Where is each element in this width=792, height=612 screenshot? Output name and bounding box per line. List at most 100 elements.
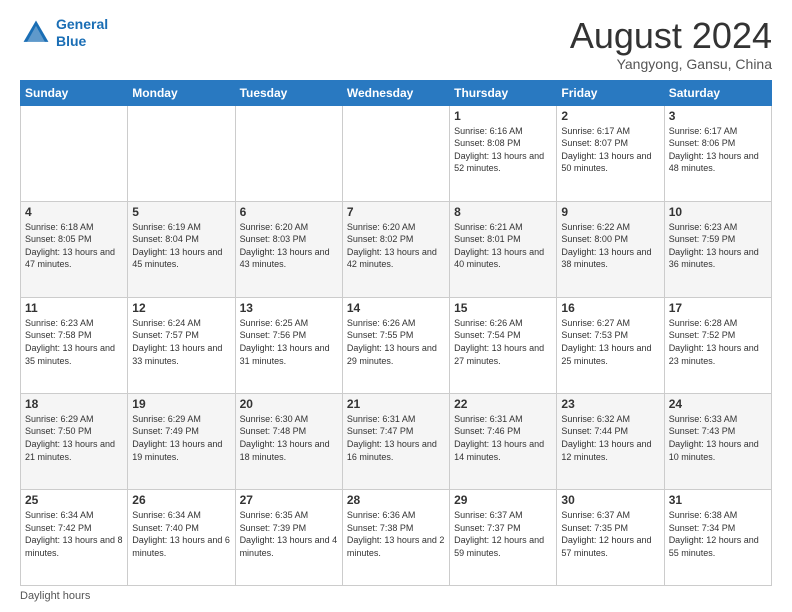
calendar-header-saturday: Saturday (664, 80, 771, 105)
day-info: Sunrise: 6:31 AMSunset: 7:46 PMDaylight:… (454, 413, 552, 463)
day-info: Sunrise: 6:38 AMSunset: 7:34 PMDaylight:… (669, 509, 767, 559)
day-info: Sunrise: 6:23 AMSunset: 7:59 PMDaylight:… (669, 221, 767, 271)
calendar-cell: 5Sunrise: 6:19 AMSunset: 8:04 PMDaylight… (128, 201, 235, 297)
day-info: Sunrise: 6:17 AMSunset: 8:07 PMDaylight:… (561, 125, 659, 175)
logo-icon (20, 17, 52, 49)
day-number: 16 (561, 301, 659, 315)
calendar-cell: 3Sunrise: 6:17 AMSunset: 8:06 PMDaylight… (664, 105, 771, 201)
calendar-cell: 27Sunrise: 6:35 AMSunset: 7:39 PMDayligh… (235, 489, 342, 585)
day-info: Sunrise: 6:24 AMSunset: 7:57 PMDaylight:… (132, 317, 230, 367)
day-number: 24 (669, 397, 767, 411)
day-number: 10 (669, 205, 767, 219)
calendar-cell: 9 Sunrise: 6:22 AMSunset: 8:00 PMDaylight… (557, 201, 664, 297)
calendar-header-wednesday: Wednesday (342, 80, 449, 105)
calendar-cell (342, 105, 449, 201)
calendar-cell: 2 Sunrise: 6:17 AMSunset: 8:07 PMDaylight… (557, 105, 664, 201)
day-number: 14 (347, 301, 445, 315)
calendar-cell (21, 105, 128, 201)
logo-text: General Blue (56, 16, 108, 50)
day-number: 1 (454, 109, 552, 123)
day-info: Sunrise: 6:26 AMSunset: 7:54 PMDaylight:… (454, 317, 552, 367)
day-info: Sunrise: 6:17 AMSunset: 8:06 PMDaylight:… (669, 125, 767, 175)
day-number: 23 (561, 397, 659, 411)
footer-note: Daylight hours (20, 590, 772, 602)
day-number: 7 (347, 205, 445, 219)
day-number: 9 (561, 205, 659, 219)
day-number: 12 (132, 301, 230, 315)
calendar-cell: 15 Sunrise: 6:26 AMSunset: 7:54 PMDayligh… (450, 297, 557, 393)
day-info: Sunrise: 6:20 AMSunset: 8:02 PMDaylight:… (347, 221, 445, 271)
day-info: Sunrise: 6:18 AMSunset: 8:05 PMDaylight:… (25, 221, 123, 271)
calendar-cell: 8 Sunrise: 6:21 AMSunset: 8:01 PMDaylight… (450, 201, 557, 297)
calendar-cell: 4 Sunrise: 6:18 AMSunset: 8:05 PMDaylight… (21, 201, 128, 297)
day-info: Sunrise: 6:31 AMSunset: 7:47 PMDaylight:… (347, 413, 445, 463)
calendar-cell: 19Sunrise: 6:29 AMSunset: 7:49 PMDayligh… (128, 393, 235, 489)
calendar-cell: 31 Sunrise: 6:38 AMSunset: 7:34 PMDayligh… (664, 489, 771, 585)
day-info: Sunrise: 6:19 AMSunset: 8:04 PMDaylight:… (132, 221, 230, 271)
calendar-cell (128, 105, 235, 201)
day-number: 29 (454, 493, 552, 507)
page: General Blue August 2024 Yangyong, Gansu… (0, 0, 792, 612)
calendar-cell: 13Sunrise: 6:25 AMSunset: 7:56 PMDayligh… (235, 297, 342, 393)
calendar-header-tuesday: Tuesday (235, 80, 342, 105)
title-block: August 2024 Yangyong, Gansu, China (570, 16, 772, 72)
calendar-cell: 25 Sunrise: 6:34 AMSunset: 7:42 PMDayligh… (21, 489, 128, 585)
calendar-cell: 29 Sunrise: 6:37 AMSunset: 7:37 PMDayligh… (450, 489, 557, 585)
location: Yangyong, Gansu, China (570, 56, 772, 72)
day-info: Sunrise: 6:29 AMSunset: 7:50 PMDaylight:… (25, 413, 123, 463)
day-number: 2 (561, 109, 659, 123)
day-info: Sunrise: 6:27 AMSunset: 7:53 PMDaylight:… (561, 317, 659, 367)
day-number: 22 (454, 397, 552, 411)
calendar-cell: 21 Sunrise: 6:31 AMSunset: 7:47 PMDayligh… (342, 393, 449, 489)
day-number: 6 (240, 205, 338, 219)
day-info: Sunrise: 6:23 AMSunset: 7:58 PMDaylight:… (25, 317, 123, 367)
day-number: 4 (25, 205, 123, 219)
calendar-header-friday: Friday (557, 80, 664, 105)
day-number: 8 (454, 205, 552, 219)
day-info: Sunrise: 6:34 AMSunset: 7:42 PMDaylight:… (25, 509, 123, 559)
calendar-cell: 7 Sunrise: 6:20 AMSunset: 8:02 PMDaylight… (342, 201, 449, 297)
day-number: 21 (347, 397, 445, 411)
day-number: 27 (240, 493, 338, 507)
day-info: Sunrise: 6:34 AMSunset: 7:40 PMDaylight:… (132, 509, 230, 559)
day-info: Sunrise: 6:37 AMSunset: 7:35 PMDaylight:… (561, 509, 659, 559)
month-title: August 2024 (570, 16, 772, 56)
day-number: 31 (669, 493, 767, 507)
day-info: Sunrise: 6:33 AMSunset: 7:43 PMDaylight:… (669, 413, 767, 463)
calendar-cell: 23Sunrise: 6:32 AMSunset: 7:44 PMDayligh… (557, 393, 664, 489)
day-info: Sunrise: 6:21 AMSunset: 8:01 PMDaylight:… (454, 221, 552, 271)
day-info: Sunrise: 6:26 AMSunset: 7:55 PMDaylight:… (347, 317, 445, 367)
day-info: Sunrise: 6:37 AMSunset: 7:37 PMDaylight:… (454, 509, 552, 559)
day-info: Sunrise: 6:36 AMSunset: 7:38 PMDaylight:… (347, 509, 445, 559)
day-number: 18 (25, 397, 123, 411)
logo: General Blue (20, 16, 108, 50)
calendar-header-row: SundayMondayTuesdayWednesdayThursdayFrid… (21, 80, 772, 105)
daylight-label: Daylight hours (20, 590, 90, 602)
calendar-cell: 22 Sunrise: 6:31 AMSunset: 7:46 PMDayligh… (450, 393, 557, 489)
calendar-week-row: 18 Sunrise: 6:29 AMSunset: 7:50 PMDayligh… (21, 393, 772, 489)
calendar-cell: 17 Sunrise: 6:28 AMSunset: 7:52 PMDayligh… (664, 297, 771, 393)
day-number: 28 (347, 493, 445, 507)
day-number: 11 (25, 301, 123, 315)
day-number: 26 (132, 493, 230, 507)
day-number: 19 (132, 397, 230, 411)
calendar-cell: 6Sunrise: 6:20 AMSunset: 8:03 PMDaylight… (235, 201, 342, 297)
day-number: 25 (25, 493, 123, 507)
calendar-cell: 26 Sunrise: 6:34 AMSunset: 7:40 PMDayligh… (128, 489, 235, 585)
calendar-cell: 10 Sunrise: 6:23 AMSunset: 7:59 PMDayligh… (664, 201, 771, 297)
calendar-header-sunday: Sunday (21, 80, 128, 105)
calendar-week-row: 25 Sunrise: 6:34 AMSunset: 7:42 PMDayligh… (21, 489, 772, 585)
calendar-table: SundayMondayTuesdayWednesdayThursdayFrid… (20, 80, 772, 586)
day-info: Sunrise: 6:25 AMSunset: 7:56 PMDaylight:… (240, 317, 338, 367)
day-number: 15 (454, 301, 552, 315)
calendar-cell: 30 Sunrise: 6:37 AMSunset: 7:35 PMDayligh… (557, 489, 664, 585)
calendar-cell: 28 Sunrise: 6:36 AMSunset: 7:38 PMDayligh… (342, 489, 449, 585)
day-info: Sunrise: 6:30 AMSunset: 7:48 PMDaylight:… (240, 413, 338, 463)
calendar-week-row: 11 Sunrise: 6:23 AMSunset: 7:58 PMDayligh… (21, 297, 772, 393)
calendar-cell: 1Sunrise: 6:16 AMSunset: 8:08 PMDaylight… (450, 105, 557, 201)
day-number: 30 (561, 493, 659, 507)
calendar-week-row: 4 Sunrise: 6:18 AMSunset: 8:05 PMDaylight… (21, 201, 772, 297)
day-info: Sunrise: 6:28 AMSunset: 7:52 PMDaylight:… (669, 317, 767, 367)
day-info: Sunrise: 6:22 AMSunset: 8:00 PMDaylight:… (561, 221, 659, 271)
day-number: 17 (669, 301, 767, 315)
